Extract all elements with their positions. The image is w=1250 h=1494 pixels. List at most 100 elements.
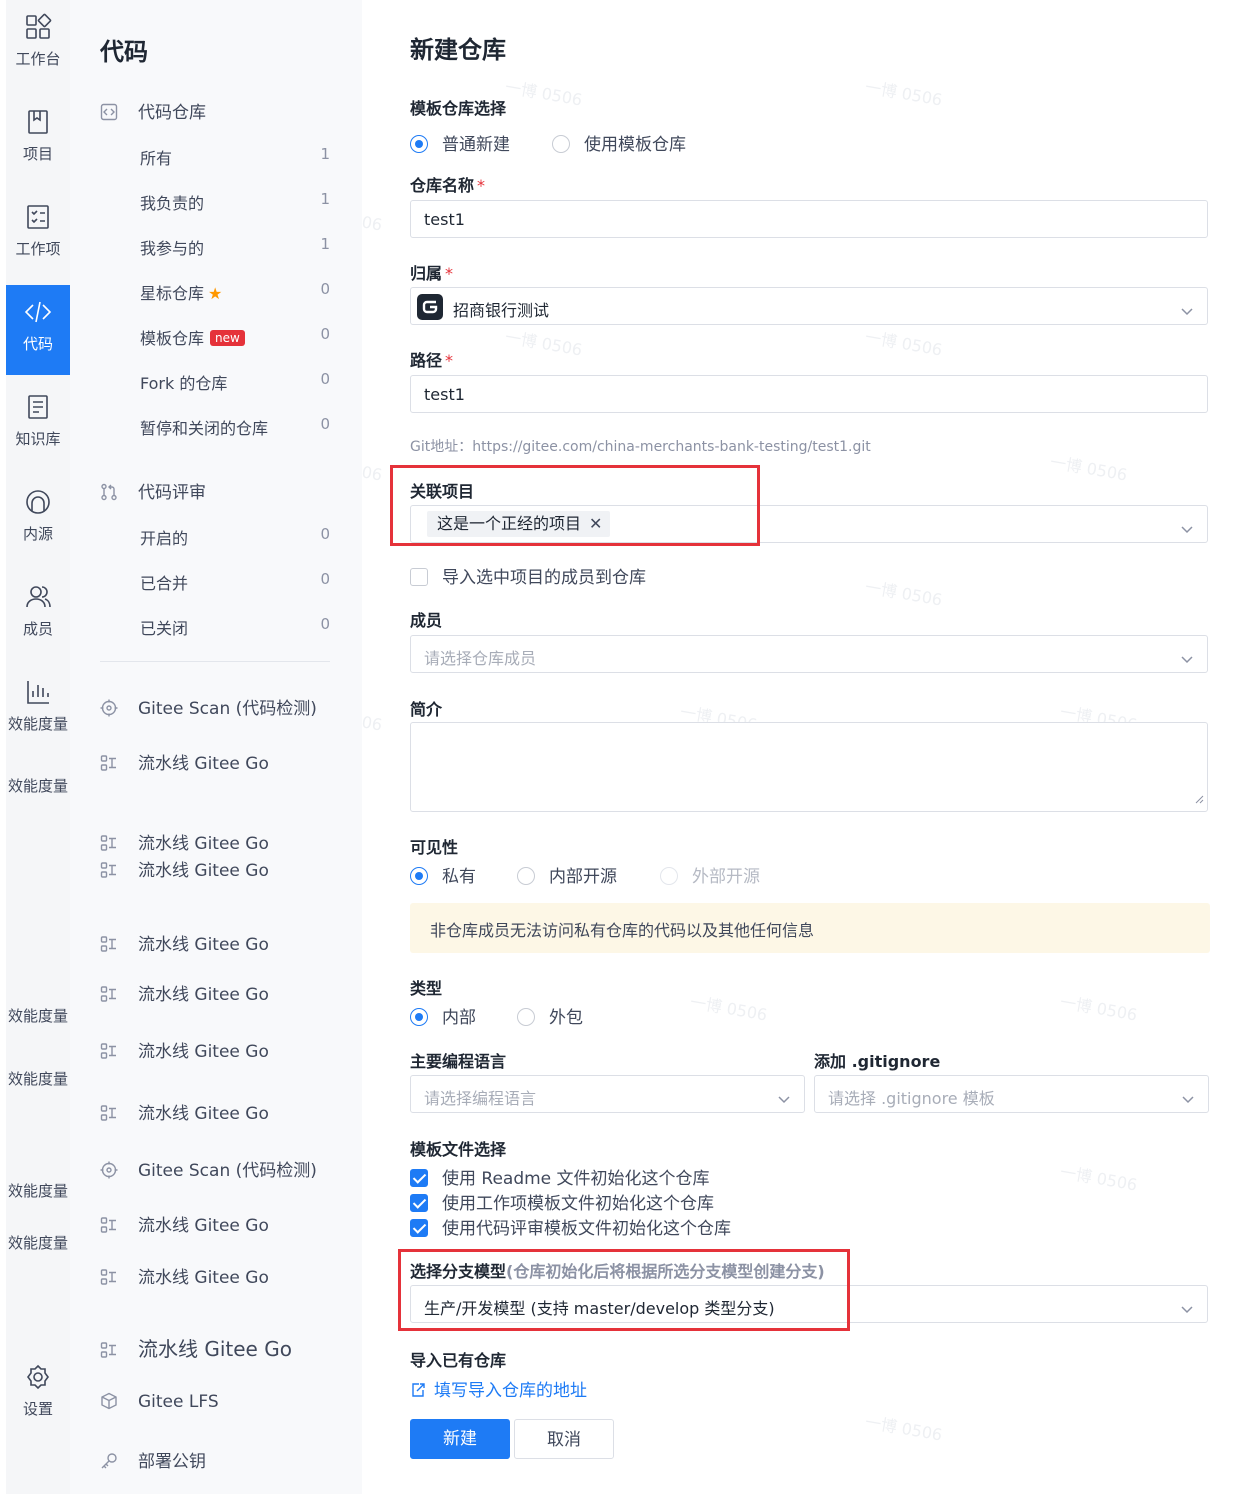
watermark: 一博 0506 xyxy=(1058,1162,1139,1195)
import-repo-link[interactable]: 填写导入仓库的地址 xyxy=(410,1376,587,1403)
pipeline-icon xyxy=(100,985,118,1003)
sidebar-item-count: 0 xyxy=(320,525,330,543)
checkbox-box xyxy=(410,1219,428,1237)
required-mark: * xyxy=(445,351,454,370)
import-repo-label: 导入已有仓库 xyxy=(410,1351,507,1370)
repo-name-value: test1 xyxy=(424,210,465,229)
checklist-icon xyxy=(23,202,53,232)
language-select[interactable]: 请选择编程语言 xyxy=(410,1075,805,1113)
nav-item-projects[interactable]: 项目 xyxy=(6,95,70,185)
sidebar-tool-pipeline[interactable]: 流水线 Gitee Go xyxy=(100,856,269,881)
nav-item-settings[interactable]: 设置 xyxy=(6,1350,70,1440)
sidebar-tool-label: 流水线 Gitee Go xyxy=(138,1268,269,1288)
sidebar-item-review-closed[interactable]: 已关闭 0 xyxy=(140,615,330,639)
sidebar-item-merged[interactable]: 已合并 0 xyxy=(140,570,330,594)
nav-item-label: 设置 xyxy=(22,1400,53,1418)
pipeline-icon xyxy=(100,1216,118,1234)
inner-source-icon xyxy=(23,487,53,517)
sidebar-item-forks[interactable]: Fork 的仓库 0 xyxy=(140,370,330,394)
pipeline-icon xyxy=(100,1042,118,1060)
radio-private[interactable]: 私有 xyxy=(410,862,476,887)
sidebar-tool-pipeline[interactable]: 流水线 Gitee Go xyxy=(100,1333,292,1362)
readme-checkbox[interactable]: 使用 Readme 文件初始化这个仓库 xyxy=(410,1164,710,1189)
sidebar-item-owned[interactable]: 我负责的 1 xyxy=(140,190,330,214)
sidebar-group-repos[interactable]: 代码仓库 xyxy=(100,98,206,123)
sidebar-tool-gitee-scan[interactable]: Gitee Scan (代码检测) xyxy=(100,694,317,719)
sidebar-item-closed[interactable]: 暂停和关闭的仓库 0 xyxy=(140,415,330,439)
sidebar-item-participated[interactable]: 我参与的 1 xyxy=(140,235,330,259)
path-label-text: 路径 xyxy=(410,351,443,370)
gitee-logo-icon xyxy=(417,294,443,320)
members-select[interactable]: 请选择仓库成员 xyxy=(410,635,1208,673)
sidebar-tool-pipeline[interactable]: 流水线 Gitee Go xyxy=(100,1211,269,1236)
radio-label: 使用模板仓库 xyxy=(584,135,686,155)
sidebar-tool-pipeline[interactable]: 流水线 Gitee Go xyxy=(100,1099,269,1124)
sidebar-item-label: Fork 的仓库 xyxy=(140,374,228,393)
issue-template-checkbox[interactable]: 使用工作项模板文件初始化这个仓库 xyxy=(410,1189,714,1214)
chevron-down-icon xyxy=(1182,1089,1194,1104)
sidebar-tool-gitee-lfs[interactable]: Gitee LFS xyxy=(100,1392,219,1412)
sidebar-item-count: 0 xyxy=(320,615,330,633)
repo-name-input[interactable]: test1 xyxy=(410,200,1208,238)
sidebar-item-starred[interactable]: 星标仓库 ★ 0 xyxy=(140,280,330,304)
sidebar-item-label: 所有 xyxy=(140,149,173,168)
pipeline-icon xyxy=(100,861,118,879)
radio-label: 内部 xyxy=(442,1008,476,1028)
radio-label: 外包 xyxy=(549,1008,583,1028)
page-title: 新建仓库 xyxy=(410,36,506,64)
path-label: 路径 * xyxy=(410,347,453,371)
gitignore-placeholder: 请选择 .gitignore 模板 xyxy=(828,1089,995,1108)
nav-item-label: 工作项 xyxy=(15,240,61,258)
sidebar-group-reviews[interactable]: 代码评审 xyxy=(100,478,206,503)
radio-normal-create[interactable]: 普通新建 xyxy=(410,130,510,155)
intro-textarea[interactable] xyxy=(410,722,1208,812)
chevron-down-icon xyxy=(1181,519,1193,534)
radio-public-open[interactable]: 外部开源 xyxy=(660,862,760,887)
sidebar-tool-pipeline[interactable]: 流水线 Gitee Go xyxy=(100,930,269,955)
nav-item-inner-source[interactable]: 内源 xyxy=(6,475,70,565)
pr-template-checkbox[interactable]: 使用代码评审模板文件初始化这个仓库 xyxy=(410,1214,731,1239)
pipeline-icon xyxy=(100,935,118,953)
checkbox-label: 使用工作项模板文件初始化这个仓库 xyxy=(442,1194,714,1214)
sidebar-tool-deploy-keys[interactable]: 部署公钥 xyxy=(100,1447,206,1472)
rail-ghost-fragment: 效能度量 xyxy=(6,1232,70,1253)
sidebar-tool-label: 流水线 Gitee Go xyxy=(138,1042,269,1062)
cancel-button[interactable]: 取消 xyxy=(514,1419,614,1459)
nav-item-workbench[interactable]: 工作台 xyxy=(6,0,70,90)
sidebar-item-count: 0 xyxy=(320,280,330,298)
radio-internal-open[interactable]: 内部开源 xyxy=(517,862,617,887)
sidebar-tool-gitee-scan[interactable]: Gitee Scan (代码检测) xyxy=(100,1156,317,1181)
sidebar-tool-pipeline[interactable]: 流水线 Gitee Go xyxy=(100,1037,269,1062)
import-members-checkbox[interactable]: 导入选中项目的成员到仓库 xyxy=(410,563,646,588)
radio-internal[interactable]: 内部 xyxy=(410,1003,476,1028)
gear-icon xyxy=(23,1362,53,1392)
rail-ghost-label: 效能度量 xyxy=(7,1070,68,1088)
radio-use-template[interactable]: 使用模板仓库 xyxy=(552,130,686,155)
sidebar-item-open[interactable]: 开启的 0 xyxy=(140,525,330,549)
sidebar-item-all[interactable]: 所有 1 xyxy=(140,145,330,169)
sidebar-tool-label: 流水线 Gitee Go xyxy=(138,1104,269,1124)
nav-item-code[interactable]: 代码 xyxy=(6,285,70,375)
nav-item-knowledge[interactable]: 知识库 xyxy=(6,380,70,470)
resize-handle-icon[interactable] xyxy=(1194,789,1204,808)
sidebar-tool-label: 流水线 Gitee Go xyxy=(138,985,269,1005)
sidebar-tool-pipeline[interactable]: 流水线 Gitee Go xyxy=(100,1263,269,1288)
gitignore-select[interactable]: 请选择 .gitignore 模板 xyxy=(814,1075,1209,1113)
sidebar-tool-pipeline[interactable]: 流水线 Gitee Go xyxy=(100,980,269,1005)
path-input[interactable]: test1 xyxy=(410,375,1208,413)
highlight-box-branch xyxy=(398,1249,850,1331)
radio-outsource[interactable]: 外包 xyxy=(517,1003,583,1028)
nav-item-members[interactable]: 成员 xyxy=(6,570,70,660)
sidebar-tool-pipeline[interactable]: 流水线 Gitee Go xyxy=(100,749,269,774)
key-icon xyxy=(100,1452,118,1470)
create-button[interactable]: 新建 xyxy=(410,1419,510,1459)
checkbox-box xyxy=(410,568,428,586)
members-placeholder: 请选择仓库成员 xyxy=(424,649,537,668)
nav-item-metrics[interactable]: 效能度量 xyxy=(6,665,70,755)
chart-icon xyxy=(23,677,53,707)
nav-item-work-items[interactable]: 工作项 xyxy=(6,190,70,280)
owner-select[interactable]: 招商银行测试 xyxy=(410,287,1208,325)
sidebar-item-templates[interactable]: 模板仓库 new 0 xyxy=(140,325,330,349)
sidebar-tool-pipeline[interactable]: 流水线 Gitee Go xyxy=(100,829,269,854)
sidebar-tool-label: 部署公钥 xyxy=(138,1452,206,1472)
